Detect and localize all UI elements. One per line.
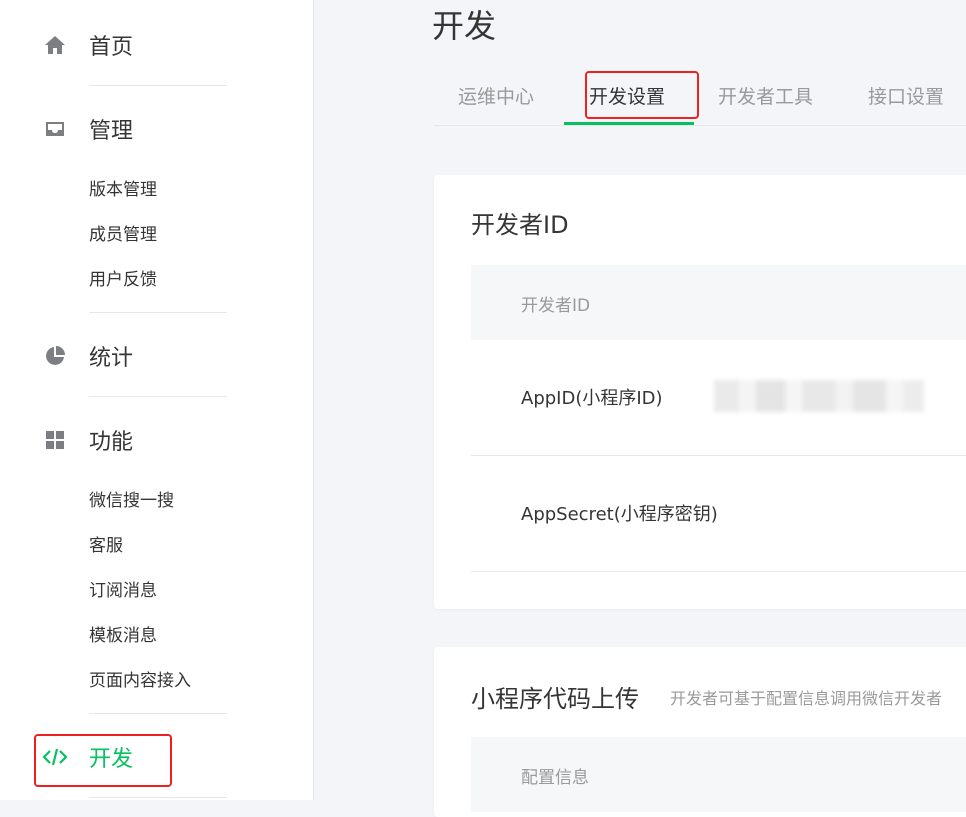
divider — [89, 396, 227, 397]
nav-subscribe-message[interactable]: 订阅消息 — [89, 580, 157, 602]
nav-manage[interactable]: 管理 — [42, 114, 133, 144]
table-row: AppID(小程序ID) — [471, 340, 966, 456]
code-upload-description: 开发者可基于配置信息调用微信开发者 — [670, 689, 943, 708]
home-icon — [42, 32, 68, 58]
nav-statistics[interactable]: 统计 — [42, 341, 133, 371]
nav-home[interactable]: 首页 — [42, 30, 133, 60]
annotation-box-dev-settings — [585, 71, 699, 119]
table-row: AppSecret(小程序密钥) — [471, 456, 966, 572]
appid-value-redacted — [714, 380, 924, 412]
pie-chart-icon — [42, 343, 68, 369]
code-upload-card: 小程序代码上传 开发者可基于配置信息调用微信开发者 配置信息 — [434, 647, 966, 817]
page-title: 开发 — [432, 7, 497, 45]
nav-page-content-access[interactable]: 页面内容接入 — [89, 670, 191, 692]
divider — [89, 713, 227, 714]
nav-statistics-label: 统计 — [89, 346, 134, 371]
grid-icon — [42, 427, 68, 453]
config-table-header: 配置信息 — [471, 737, 966, 812]
nav-member-manage[interactable]: 成员管理 — [89, 224, 157, 246]
nav-manage-label: 管理 — [89, 119, 134, 144]
tab-api-settings[interactable]: 接口设置 — [868, 84, 944, 110]
appsecret-label: AppSecret(小程序密钥) — [521, 504, 718, 525]
nav-user-feedback[interactable]: 用户反馈 — [89, 269, 157, 291]
nav-home-label: 首页 — [89, 35, 134, 60]
nav-version-manage[interactable]: 版本管理 — [89, 179, 157, 201]
nav-features[interactable]: 功能 — [42, 425, 133, 455]
nav-customer-service[interactable]: 客服 — [89, 535, 123, 557]
nav-features-label: 功能 — [89, 430, 134, 455]
active-tab-indicator — [564, 122, 694, 125]
sidebar: 首页 管理 版本管理 成员管理 用户反馈 统计 功能 微信搜一搜 客服 订阅消息… — [0, 0, 314, 800]
nav-wechat-search[interactable]: 微信搜一搜 — [89, 490, 174, 512]
developer-id-title: 开发者ID — [471, 211, 569, 239]
inbox-icon — [42, 116, 68, 142]
config-header-label: 配置信息 — [521, 768, 589, 788]
developer-id-card: 开发者ID 开发者ID AppID(小程序ID) AppSecret(小程序密钥… — [434, 175, 966, 609]
nav-template-message[interactable]: 模板消息 — [89, 625, 157, 647]
tab-operations-center[interactable]: 运维中心 — [458, 84, 534, 110]
annotation-box-develop — [34, 734, 172, 787]
tab-bar: 运维中心 开发设置 开发者工具 接口设置 — [434, 70, 966, 126]
appid-label: AppID(小程序ID) — [521, 388, 663, 409]
developer-id-header-label: 开发者ID — [521, 296, 591, 316]
code-upload-title: 小程序代码上传 — [471, 685, 639, 713]
tab-dev-tools[interactable]: 开发者工具 — [718, 84, 813, 110]
divider — [89, 312, 227, 313]
divider — [89, 85, 227, 86]
developer-id-table-header: 开发者ID — [471, 265, 966, 340]
divider — [89, 797, 227, 798]
